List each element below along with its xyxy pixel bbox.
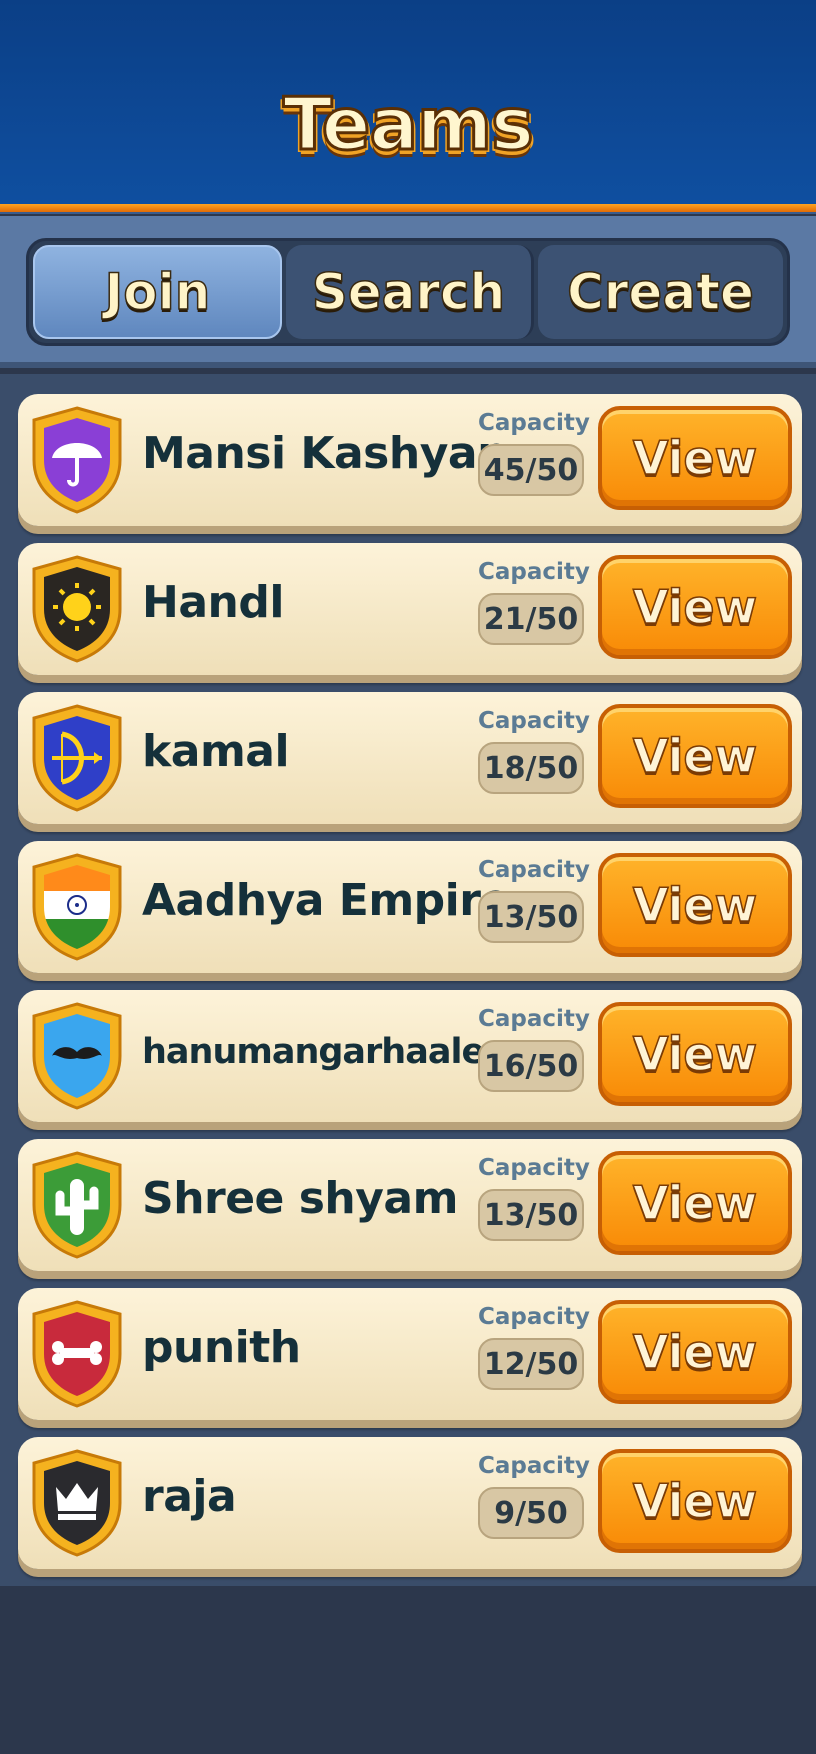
sun-icon: [32, 555, 122, 663]
view-button[interactable]: View: [598, 704, 792, 808]
view-button[interactable]: View: [598, 1449, 792, 1553]
team-name: kamal: [142, 726, 290, 777]
crown-icon: [32, 1449, 122, 1557]
view-button[interactable]: View: [598, 555, 792, 659]
view-button[interactable]: View: [598, 1300, 792, 1404]
capacity-value: 13/50: [478, 891, 584, 943]
view-button[interactable]: View: [598, 1002, 792, 1106]
mustache-icon: [32, 1002, 122, 1110]
cactus-icon: [32, 1151, 122, 1259]
capacity-label: Capacity: [478, 1304, 590, 1330]
tab-create[interactable]: Create: [538, 245, 783, 339]
tab-area: Join Search Create: [0, 216, 816, 368]
capacity-label: Capacity: [478, 857, 590, 883]
capacity-value: 12/50: [478, 1338, 584, 1390]
team-badge: [26, 1149, 128, 1261]
tab-join[interactable]: Join: [33, 245, 282, 339]
view-button[interactable]: View: [598, 406, 792, 510]
team-name: Mansi Kashyap: [142, 428, 509, 479]
team-name: Shree shyam: [142, 1173, 458, 1224]
team-badge: [26, 1000, 128, 1112]
page-title: Teams: [282, 81, 536, 168]
team-badge: [26, 404, 128, 516]
team-badge: [26, 851, 128, 963]
capacity-label: Capacity: [478, 1453, 590, 1479]
team-card: Handl Capacity 21/50 View: [18, 543, 802, 675]
team-card: punith Capacity 12/50 View: [18, 1288, 802, 1420]
bone-icon: [32, 1300, 122, 1408]
team-card: raja Capacity 9/50 View: [18, 1437, 802, 1569]
view-button[interactable]: View: [598, 853, 792, 957]
header-divider: [0, 204, 816, 214]
capacity-value: 9/50: [478, 1487, 584, 1539]
team-list[interactable]: Mansi Kashyap Capacity 45/50 View Handl …: [0, 374, 816, 1586]
team-badge: [26, 1298, 128, 1410]
team-name: punith: [142, 1322, 301, 1373]
capacity-label: Capacity: [478, 1006, 590, 1032]
bow-arrow-icon: [32, 704, 122, 812]
view-button[interactable]: View: [598, 1151, 792, 1255]
team-name: Aadhya Empire: [142, 875, 510, 926]
team-badge: [26, 553, 128, 665]
capacity-label: Capacity: [478, 559, 590, 585]
team-badge: [26, 1447, 128, 1559]
team-name: raja: [142, 1471, 237, 1522]
capacity-value: 21/50: [478, 593, 584, 645]
capacity-value: 18/50: [478, 742, 584, 794]
team-card: hanumangarhaale Capacity 16/50 View: [18, 990, 802, 1122]
team-name: hanumangarhaale: [142, 1032, 485, 1072]
team-badge: [26, 702, 128, 814]
team-card: kamal Capacity 18/50 View: [18, 692, 802, 824]
capacity-label: Capacity: [478, 708, 590, 734]
team-card: Mansi Kashyap Capacity 45/50 View: [18, 394, 802, 526]
team-card: Shree shyam Capacity 13/50 View: [18, 1139, 802, 1271]
tab-search[interactable]: Search: [286, 245, 534, 339]
capacity-label: Capacity: [478, 1155, 590, 1181]
umbrella-icon: [32, 406, 122, 514]
team-card: Aadhya Empire Capacity 13/50 View: [18, 841, 802, 973]
capacity-value: 16/50: [478, 1040, 584, 1092]
capacity-value: 13/50: [478, 1189, 584, 1241]
india-flag-icon: [32, 853, 122, 961]
capacity-value: 45/50: [478, 444, 584, 496]
team-name: Handl: [142, 577, 284, 628]
capacity-label: Capacity: [478, 410, 590, 436]
tab-bar: Join Search Create: [26, 238, 790, 346]
